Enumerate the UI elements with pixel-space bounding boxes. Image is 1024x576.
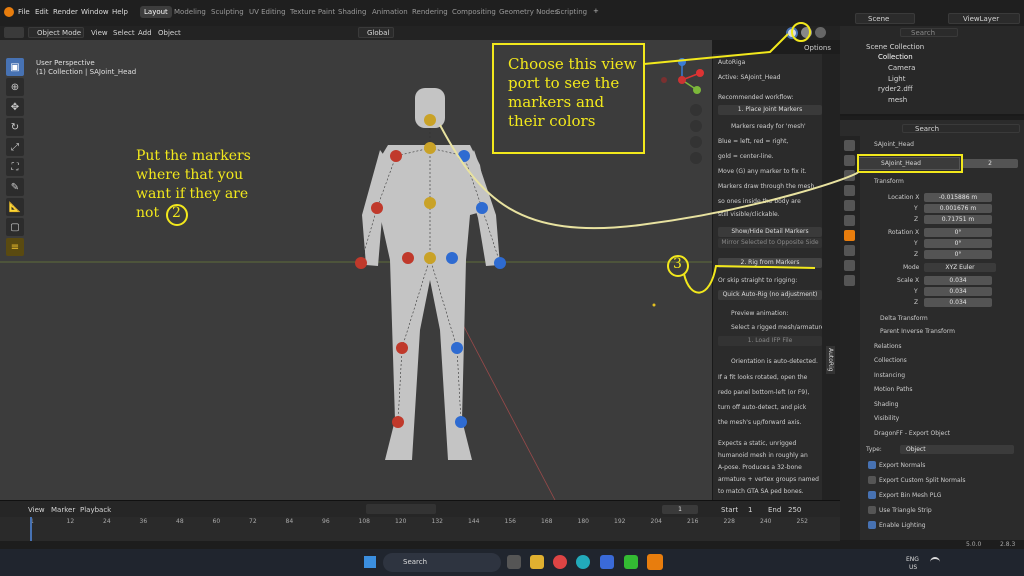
number-3-label: 3	[673, 256, 682, 272]
store-icon[interactable]	[600, 555, 614, 569]
file-explorer-icon[interactable]	[530, 555, 544, 569]
wifi-icon[interactable]	[930, 557, 940, 567]
task-view-icon[interactable]	[507, 555, 521, 569]
chrome-icon[interactable]	[553, 555, 567, 569]
note1-arrow	[643, 33, 789, 65]
taskbar-search[interactable]: Search	[383, 553, 501, 572]
app-icon[interactable]	[624, 555, 638, 569]
blender-taskbar-icon[interactable]	[647, 554, 663, 570]
lang-label[interactable]: ENG	[906, 556, 919, 563]
taskbar: Search ENG US	[0, 549, 1024, 576]
datablock-highlight	[857, 154, 963, 173]
taskbar-search-label: Search	[403, 558, 428, 566]
rig-arrow	[683, 264, 816, 294]
windows-start-icon[interactable]	[364, 556, 376, 568]
note-choose-viewport: Choose this view port to see the markers…	[508, 55, 637, 130]
region-label[interactable]: US	[909, 564, 917, 571]
edge-icon[interactable]	[576, 555, 590, 569]
note-put-markers: Put the markers where that you want if t…	[136, 148, 251, 221]
number-2-label: 2	[172, 205, 181, 221]
connector-curve	[439, 124, 860, 230]
viewport-shading-highlight	[791, 22, 811, 42]
